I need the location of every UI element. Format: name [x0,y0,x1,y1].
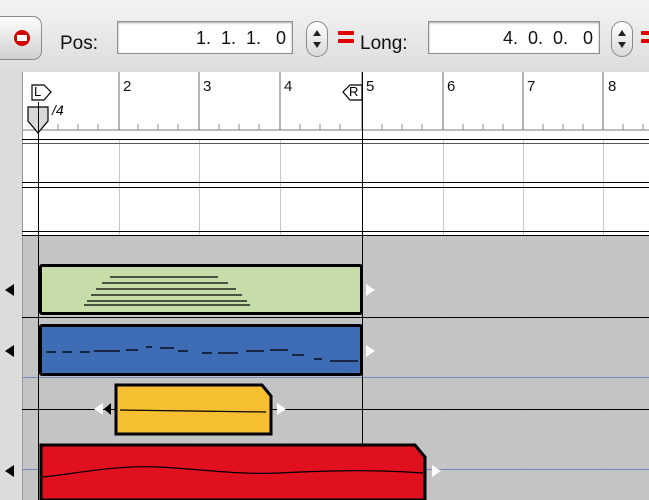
region-resize-right-icon[interactable] [366,345,375,357]
length-label: Long: [360,33,408,54]
left-locator-label: L [34,84,42,99]
bar-number: 8 [608,78,617,95]
position-stepper[interactable] [306,21,328,57]
track-separator [22,143,649,144]
arrange-area: 2 3 4 5 6 7 8 L /4 R [0,72,649,500]
track-separator [22,231,649,232]
region-blue[interactable] [39,324,363,376]
length-field[interactable]: 4. 0. 0. 0 [428,21,600,54]
bar-number: 5 [366,78,375,95]
bar-ruler[interactable]: 2 3 4 5 6 7 8 L /4 R [23,72,649,139]
bar-gridline [603,139,604,500]
region-body [39,443,427,500]
bar-gridline [443,139,444,500]
track-separator [22,139,649,140]
track-separator [22,317,649,318]
region-content [84,276,250,306]
bar-number: 3 [203,78,212,95]
bar-number: 7 [527,78,536,95]
record-icon [14,30,30,46]
region-resize-left-icon[interactable] [5,465,14,477]
track-separator [22,235,649,236]
region-body [114,383,273,436]
position-field[interactable]: 1. 1. 1. 0 [117,21,293,54]
track-line [22,377,649,378]
region-green[interactable] [39,264,363,315]
stepper-down-icon[interactable] [618,42,626,48]
region-resize-left-icon[interactable] [5,345,14,357]
region-resize-right-icon[interactable] [432,465,441,477]
stepper-up-icon[interactable] [618,30,626,36]
stepper-up-icon[interactable] [313,30,321,36]
region-resize-left-icon[interactable] [94,403,103,415]
track-separator [22,182,649,183]
region-red[interactable] [39,443,429,500]
region-resize-right-icon[interactable] [277,403,286,415]
left-locator[interactable]: L [31,84,53,101]
region-resize-left-icon[interactable] [5,284,14,296]
bar-gridline [523,139,524,500]
bar-number: 6 [447,78,456,95]
region-yellow[interactable] [114,383,274,436]
region-content [46,346,358,362]
right-locator[interactable]: R [341,84,363,101]
region-resize-right-icon[interactable] [366,284,375,296]
equals-button-2[interactable] [638,28,649,48]
ruler-ticks [23,72,649,131]
length-stepper[interactable] [611,21,633,57]
bar-number: 4 [284,78,293,95]
track-separator [22,187,649,188]
stepper-down-icon[interactable] [313,42,321,48]
position-label: Pos: [60,33,99,54]
bar-number: 2 [123,78,132,95]
transport-toolbar: Pos: 1. 1. 1. 0 Long: 4. 0. 0. 0 [0,0,649,73]
right-locator-label: R [349,84,359,99]
equals-button[interactable] [335,28,357,48]
time-signature: /4 [52,102,64,118]
region-resize-left-icon[interactable] [104,403,111,415]
record-button[interactable] [0,16,42,60]
